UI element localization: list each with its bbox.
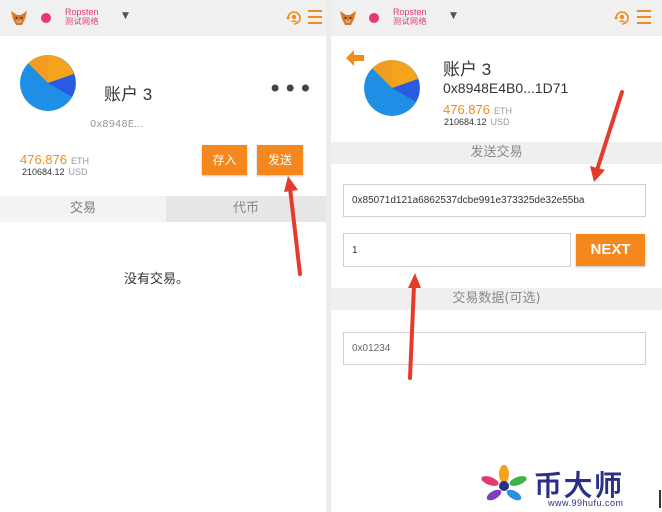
network-name: Ropsten	[393, 7, 427, 17]
transaction-data-input[interactable]: 0x01234	[343, 332, 646, 365]
network-selector[interactable]: Ropsten 测试网络	[393, 7, 427, 27]
network-dot-icon	[369, 13, 379, 23]
account-switch-icon[interactable]	[613, 9, 631, 27]
hamburger-menu-icon[interactable]	[637, 10, 651, 24]
send-button[interactable]: 发送	[257, 145, 303, 175]
left-screen: Ropsten 测试网络 ▼ 账户 3 ••• 0x8948E... 476.8…	[0, 0, 326, 512]
balance-usd-unit: USD	[490, 117, 510, 127]
back-arrow-icon[interactable]	[346, 50, 364, 66]
deposit-button[interactable]: 存入	[202, 145, 247, 175]
top-bar: Ropsten 测试网络 ▼	[331, 0, 662, 36]
more-options-icon[interactable]: •••	[268, 77, 313, 101]
next-button[interactable]: NEXT	[576, 234, 645, 266]
amount-input[interactable]: 1	[343, 233, 571, 267]
send-section-title: 发送交易	[331, 142, 662, 164]
edge-mark	[659, 490, 661, 508]
watermark-url: www.99hufu.com	[548, 498, 624, 508]
right-screen: Ropsten 测试网络 ▼ 账户 3 0x8948E4B0...1D71 47…	[331, 0, 662, 512]
balance-eth-unit: ETH	[71, 156, 89, 166]
balance-eth-value: 476.876	[443, 102, 490, 117]
account-address[interactable]: 0x8948E...	[90, 119, 144, 130]
balance-eth: 476.876 ETH	[20, 152, 89, 167]
balance-usd: 210684.12 USD	[444, 117, 510, 127]
balance-usd: 210684.12 USD	[22, 167, 88, 177]
network-name: Ropsten	[65, 7, 99, 17]
balance-usd-value: 210684.12	[22, 167, 65, 177]
dropdown-caret-icon[interactable]: ▼	[450, 11, 457, 21]
account-switch-icon[interactable]	[285, 9, 303, 27]
data-section-title: 交易数据(可选)	[331, 288, 662, 310]
network-subname: 测试网络	[65, 17, 99, 26]
tab-transactions[interactable]: 交易	[0, 196, 166, 222]
balance-eth-unit: ETH	[494, 106, 512, 116]
top-bar: Ropsten 测试网络 ▼	[0, 0, 326, 36]
balance-usd-value: 210684.12	[444, 117, 487, 127]
account-avatar	[364, 60, 420, 116]
recipient-address-input[interactable]: 0x85071d121a6862537dcbe991e373325de32e55…	[343, 184, 646, 217]
account-address[interactable]: 0x8948E4B0...1D71	[443, 80, 568, 96]
dropdown-caret-icon[interactable]: ▼	[122, 11, 129, 21]
network-dot-icon	[41, 13, 51, 23]
balance-eth: 476.876 ETH	[443, 102, 512, 117]
metamask-fox-icon[interactable]	[10, 10, 28, 26]
brand-logo-icon	[481, 465, 527, 501]
account-avatar	[20, 55, 76, 111]
tab-tokens[interactable]: 代币	[166, 196, 326, 222]
balance-usd-unit: USD	[68, 167, 88, 177]
hamburger-menu-icon[interactable]	[308, 10, 322, 24]
network-subname: 测试网络	[393, 17, 427, 26]
empty-transactions-message: 没有交易。	[124, 272, 190, 287]
metamask-fox-icon[interactable]	[339, 10, 357, 26]
account-name: 账户 3	[104, 85, 153, 104]
balance-eth-value: 476.876	[20, 152, 67, 167]
network-selector[interactable]: Ropsten 测试网络	[65, 7, 99, 27]
account-name: 账户 3	[443, 60, 492, 79]
